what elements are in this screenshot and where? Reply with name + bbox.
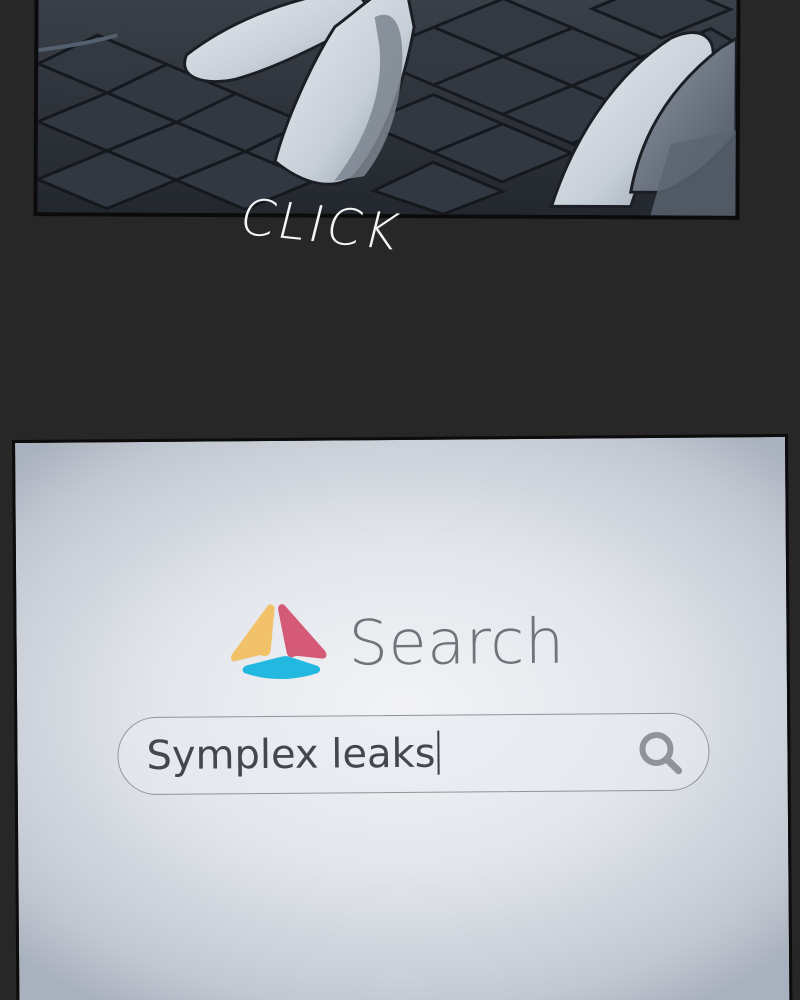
text-caret bbox=[437, 730, 440, 775]
keyboard-panel bbox=[33, 0, 741, 220]
magnifier-icon bbox=[639, 731, 683, 775]
comic-page: CLICK Search Symplex leaks bbox=[0, 0, 800, 1000]
search-input[interactable]: Symplex leaks bbox=[146, 726, 440, 784]
search-query-text: Symplex leaks bbox=[146, 730, 436, 779]
search-button[interactable] bbox=[634, 728, 686, 778]
keyboard-illustration bbox=[37, 0, 737, 216]
tri-petal-logo-icon bbox=[230, 604, 327, 679]
search-bar[interactable]: Symplex leaks bbox=[117, 712, 710, 796]
search-screen-panel: Search Symplex leaks bbox=[12, 433, 793, 1000]
search-title: Search bbox=[348, 604, 565, 680]
search-header: Search bbox=[230, 597, 565, 690]
